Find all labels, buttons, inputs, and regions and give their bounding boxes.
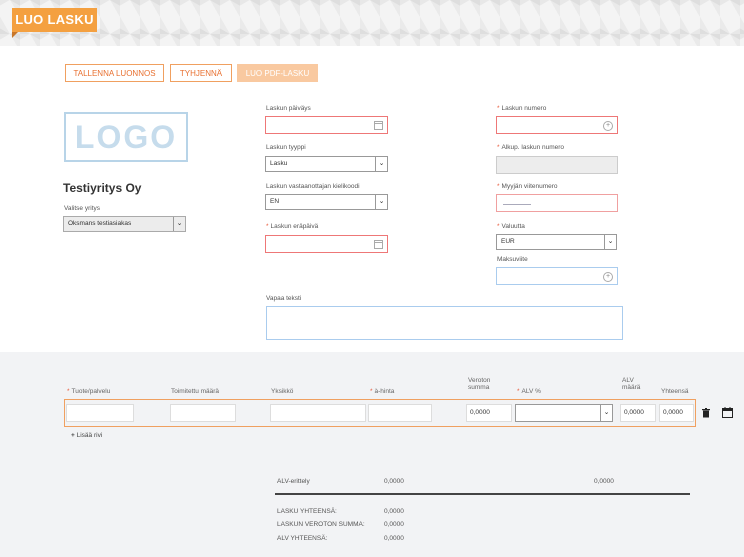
chevron-down-icon: ⌄ [375,195,387,209]
language-label: Laskun vastaanottajan kielikoodi [266,183,360,190]
vat-breakdown-value: 0,0000 [384,478,404,485]
calendar-icon[interactable] [722,407,733,418]
vat-total-value: 0,0000 [384,535,404,542]
currency-select[interactable]: EUR ⌄ [496,234,617,250]
language-value: EN [270,198,280,205]
original-number-input [496,156,618,174]
vat-pct-select[interactable]: ⌄ [515,404,613,422]
chevron-down-icon: ⌄ [375,157,387,171]
add-circle-icon[interactable]: + [603,272,613,282]
create-pdf-button[interactable]: LUO PDF-LASKU [237,64,318,82]
seller-reference-input[interactable] [496,194,618,212]
clear-button[interactable]: TYHJENNÄ [170,64,232,82]
payment-ref-input[interactable]: + [496,267,618,285]
invoice-number-input[interactable]: + [496,116,618,134]
page-title: LUO LASKU [12,8,97,38]
invoice-type-label: Laskun tyyppi [266,144,306,151]
chevron-down-icon: ⌄ [604,235,616,249]
summary-divider [275,493,690,495]
company-name: Testiyritys Oy [63,181,142,195]
row-total-cell: 0,0000 [659,404,694,422]
chevron-down-icon: ⌄ [600,405,612,421]
company-logo: LOGO [64,112,188,162]
qty-input[interactable] [170,404,236,422]
add-circle-icon[interactable]: + [603,121,613,131]
company-select-label: Valitse yritys [64,205,100,212]
col-header-net: Veroton summa [468,377,491,391]
chevron-down-icon: ⌄ [173,217,185,231]
col-header-total: Yhteensä [661,388,689,395]
col-header-unit: Yksikkö [271,388,294,395]
col-header-vat-pct: * ALV % [517,388,541,395]
col-header-product: * Tuote/palvelu [67,388,111,395]
invoice-number-label: * Laskun numero [497,105,547,112]
currency-label: * Valuutta [497,223,525,230]
currency-value: EUR [501,238,515,245]
invoice-type-select[interactable]: Lasku ⌄ [265,156,388,172]
invoice-date-input[interactable] [265,116,388,134]
vat-amount-cell: 0,0000 [620,404,656,422]
calendar-icon[interactable] [374,240,383,249]
due-date-input[interactable] [265,235,388,253]
language-select[interactable]: EN ⌄ [265,194,388,210]
save-draft-button[interactable]: TALLENNA LUONNOS [65,64,164,82]
free-text-label: Vapaa teksti [266,295,302,302]
invoice-date-label: Laskun päiväys [266,105,311,112]
col-header-unit-price: * à-hinta [370,388,395,395]
free-text-input[interactable] [266,306,623,340]
header-band [0,0,744,46]
seller-reference-label: * Myyjän viitenumero [497,183,558,190]
calendar-icon[interactable] [374,121,383,130]
trash-icon[interactable] [702,408,710,418]
vat-breakdown-label: ALV-erittely [277,478,310,485]
company-select-value: Oksmans testiasiakas [68,220,132,227]
original-number-label: * Alkup. laskun numero [497,144,565,151]
col-header-vat-amount: ALV määrä [622,377,641,391]
col-header-qty: Toimitettu määrä [171,388,220,395]
unit-input[interactable] [270,404,366,422]
company-select[interactable]: Oksmans testiasiakas ⌄ [63,216,186,232]
net-sum-cell: 0,0000 [466,404,512,422]
net-total-label: LASKUN VEROTON SUMMA: [277,521,365,528]
plus-icon: + [71,432,75,439]
unit-price-input[interactable] [368,404,432,422]
vat-breakdown-value-2: 0,0000 [594,478,614,485]
invoice-type-value: Lasku [270,160,288,167]
net-total-value: 0,0000 [384,521,404,528]
vat-total-label: ALV YHTEENSÄ: [277,535,328,542]
product-input[interactable] [66,404,134,422]
invoice-total-value: 0,0000 [384,508,404,515]
invoice-total-label: LASKU YHTEENSÄ: [277,508,337,515]
payment-ref-label: Maksuviite [497,256,528,263]
due-date-label: * Laskun eräpäivä [266,223,319,230]
add-row-link[interactable]: + Lisää rivi [71,432,102,439]
